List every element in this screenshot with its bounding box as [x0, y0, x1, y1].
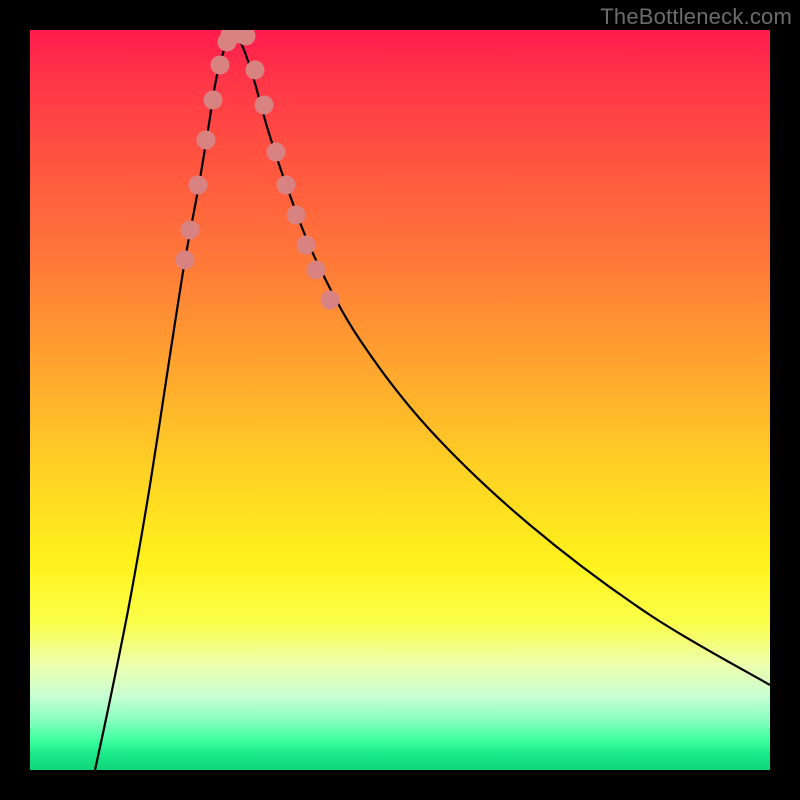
marker-dot	[176, 251, 195, 270]
marker-dot	[197, 131, 216, 150]
marker-dot	[211, 56, 230, 75]
bottleneck-curve	[95, 33, 770, 770]
plot-area	[30, 30, 770, 770]
marker-dot	[321, 291, 340, 310]
marker-dot	[297, 236, 316, 255]
marker-dot	[189, 176, 208, 195]
curve-markers	[176, 30, 340, 310]
marker-dot	[181, 221, 200, 240]
marker-dot	[277, 176, 296, 195]
curve-layer	[30, 30, 770, 770]
marker-dot	[307, 261, 326, 280]
marker-dot	[267, 143, 286, 162]
marker-dot	[246, 61, 265, 80]
marker-dot	[255, 96, 274, 115]
outer-frame: TheBottleneck.com	[0, 0, 800, 800]
watermark-text: TheBottleneck.com	[600, 4, 792, 30]
marker-dot	[204, 91, 223, 110]
marker-dot	[287, 206, 306, 225]
